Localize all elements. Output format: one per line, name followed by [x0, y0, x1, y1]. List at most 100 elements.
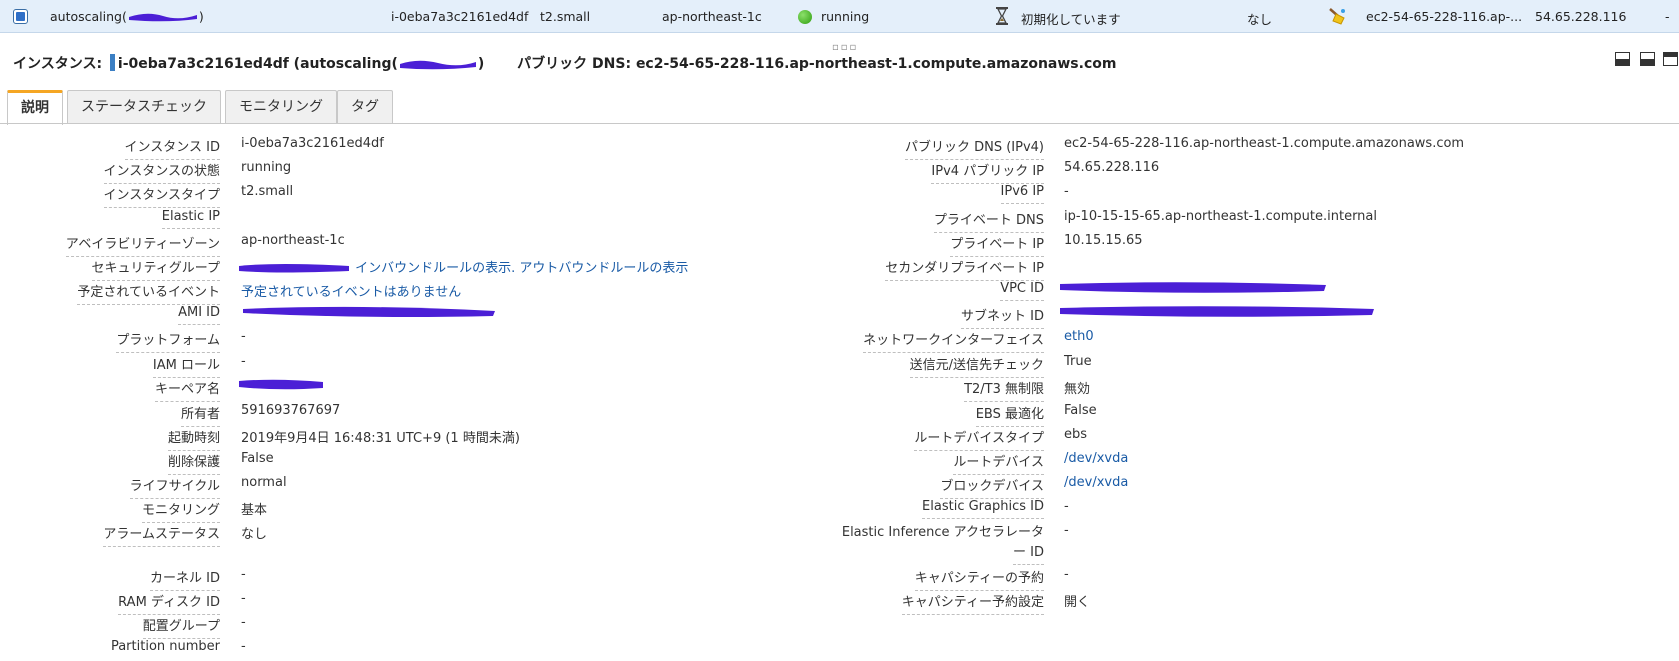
value-owner: 591693767697 — [241, 403, 341, 418]
label-instance-id: インスタンス ID — [124, 136, 220, 160]
row-az: ap-northeast-1c — [662, 9, 762, 24]
label-vpc-id: VPC ID — [1000, 281, 1044, 301]
label-kernel-id: カーネル ID — [150, 567, 220, 591]
block-device-link[interactable]: /dev/xvda — [1064, 475, 1128, 490]
value-subnet-id — [1058, 303, 1376, 323]
value-instance-state: running — [241, 160, 292, 175]
value-kernel-id: - — [241, 567, 246, 582]
label-instance-type: インスタンスタイプ — [103, 184, 220, 208]
tab-tags[interactable]: タグ — [337, 90, 393, 123]
value-iam-role: - — [241, 354, 246, 369]
row-public-dns: ec2-54-65-228-116.ap-... — [1366, 9, 1523, 24]
value-private-dns: ip-10-15-15-65.ap-northeast-1.compute.in… — [1064, 209, 1378, 224]
panel-split-icon[interactable] — [1640, 52, 1655, 66]
header-dns: ec2-54-65-228-116.ap-northeast-1.compute… — [635, 56, 1117, 72]
value-elastic-inference: - — [1064, 523, 1069, 538]
label-ami-id: AMI ID — [178, 305, 220, 325]
value-elastic-graphics-id: - — [1064, 499, 1069, 514]
tab-monitoring[interactable]: モニタリング — [225, 90, 337, 123]
redaction-scribble — [128, 13, 197, 22]
redaction-scribble — [1060, 282, 1326, 293]
broom-icon[interactable] — [1327, 7, 1347, 25]
label-iam-role: IAM ロール — [152, 354, 220, 378]
label-network-interface: ネットワークインターフェイス — [863, 329, 1044, 353]
label-alarm-status: アラームステータス — [103, 523, 220, 547]
row-instance-id: i-0eba7a3c2161ed4df — [391, 9, 529, 24]
label-platform: プラットフォーム — [116, 329, 220, 353]
row-extra: - — [1665, 9, 1670, 24]
value-partition-number: - — [241, 639, 246, 654]
panel-bottom-icon[interactable] — [1615, 52, 1630, 66]
value-ipv6-ip: - — [1064, 184, 1069, 199]
label-source-dest-check: 送信元/送信先チェック — [909, 354, 1044, 378]
label-ebs-optimized: EBS 最適化 — [975, 403, 1044, 427]
row-status-check: 初期化しています — [1021, 12, 1121, 27]
value-private-ip: 10.15.15.65 — [1064, 233, 1143, 248]
value-capacity-reservation-setting: 開く — [1064, 595, 1091, 610]
label-termination-protection: 削除保護 — [167, 451, 220, 475]
label-scheduled-events: 予定されているイベント — [77, 281, 220, 305]
value-launch-time: 2019年9月4日 16:48:31 UTC+9 (1 時間未満) — [241, 431, 520, 446]
value-security-group: インバウンドルールの表示. アウトバウンドルールの表示 — [237, 257, 688, 276]
label-private-ip: プライベート IP — [950, 233, 1044, 257]
scheduled-events-link[interactable]: 予定されているイベントはありません — [241, 281, 461, 300]
label-lifecycle: ライフサイクル — [129, 475, 220, 499]
label-elastic-graphics-id: Elastic Graphics ID — [922, 499, 1044, 519]
label-partition-number: Partition number — [110, 639, 220, 654]
value-monitoring: 基本 — [241, 503, 268, 518]
security-rules-link[interactable]: インバウンドルールの表示. アウトバウンドルールの表示 — [355, 261, 688, 276]
tab-status-checks[interactable]: ステータスチェック — [67, 90, 221, 123]
instance-header: インスタンス: i-0eba7a3c2161ed4df (autoscaling… — [13, 54, 1117, 72]
value-alarm-status: なし — [241, 527, 268, 542]
row-name: autoscaling() — [50, 9, 204, 24]
header-dns-label: パブリック DNS: — [517, 56, 632, 72]
label-private-dns: プライベート DNS — [933, 209, 1044, 233]
value-availability-zone: ap-northeast-1c — [241, 233, 345, 248]
value-ami-id — [241, 303, 497, 323]
label-block-devices: ブロックデバイス — [940, 475, 1044, 499]
label-elastic-inference: Elastic Inference アクセラレーター ID — [842, 523, 1044, 565]
label-ipv6-ip: IPv6 IP — [1000, 184, 1044, 204]
tab-description[interactable]: 説明 — [7, 90, 63, 125]
checkbox-icon[interactable] — [13, 9, 28, 24]
label-owner: 所有者 — [180, 403, 220, 427]
hourglass-icon — [996, 7, 1008, 25]
label-root-device: ルートデバイス — [953, 451, 1044, 475]
row-alarm: なし — [1247, 12, 1273, 27]
value-termination-protection: False — [241, 451, 274, 466]
label-instance-state: インスタンスの状態 — [103, 160, 220, 184]
redaction-scribble — [239, 379, 323, 390]
label-secondary-private-ip: セカンダリプライベート IP — [885, 257, 1044, 281]
label-t2t3-unlimited: T2/T3 無制限 — [964, 378, 1044, 402]
redaction-scribble — [399, 60, 476, 70]
label-key-pair: キーペア名 — [154, 378, 220, 402]
label-root-device-type: ルートデバイスタイプ — [914, 427, 1044, 451]
panel-top-icon[interactable] — [1663, 52, 1678, 66]
running-status-icon — [798, 10, 812, 24]
value-instance-id: i-0eba7a3c2161ed4df — [241, 136, 384, 151]
value-capacity-reservation: - — [1064, 567, 1069, 582]
value-lifecycle: normal — [241, 475, 287, 490]
redaction-scribble — [1060, 306, 1374, 317]
label-public-dns: パブリック DNS (IPv4) — [904, 136, 1044, 160]
row-public-ip: 54.65.228.116 — [1535, 9, 1627, 24]
instance-row-selected[interactable]: autoscaling() i-0eba7a3c2161ed4df t2.sma… — [0, 0, 1679, 33]
network-interface-link[interactable]: eth0 — [1064, 329, 1094, 344]
header-instance: i-0eba7a3c2161ed4df (autoscaling( — [117, 56, 398, 72]
row-state: running — [821, 9, 870, 24]
label-capacity-reservation: キャパシティーの予約 — [914, 567, 1044, 591]
value-vpc-id — [1058, 279, 1328, 299]
label-ramdisk-id: RAM ディスク ID — [118, 591, 220, 615]
header-prefix: インスタンス: — [13, 56, 103, 72]
value-root-device-type: ebs — [1064, 427, 1088, 442]
value-public-dns: ec2-54-65-228-116.ap-northeast-1.compute… — [1064, 136, 1465, 151]
redaction-scribble — [239, 264, 349, 273]
row-instance-type: t2.small — [540, 9, 591, 24]
value-platform: - — [241, 329, 246, 344]
label-security-group: セキュリティグループ — [91, 257, 220, 281]
panel-resize-handle[interactable]: ▫▫▫ — [832, 42, 858, 53]
root-device-link[interactable]: /dev/xvda — [1064, 451, 1128, 466]
value-t2t3-unlimited: 無効 — [1064, 382, 1091, 397]
label-availability-zone: アベイラビリティーゾーン — [65, 233, 220, 257]
value-source-dest-check: True — [1064, 354, 1092, 369]
